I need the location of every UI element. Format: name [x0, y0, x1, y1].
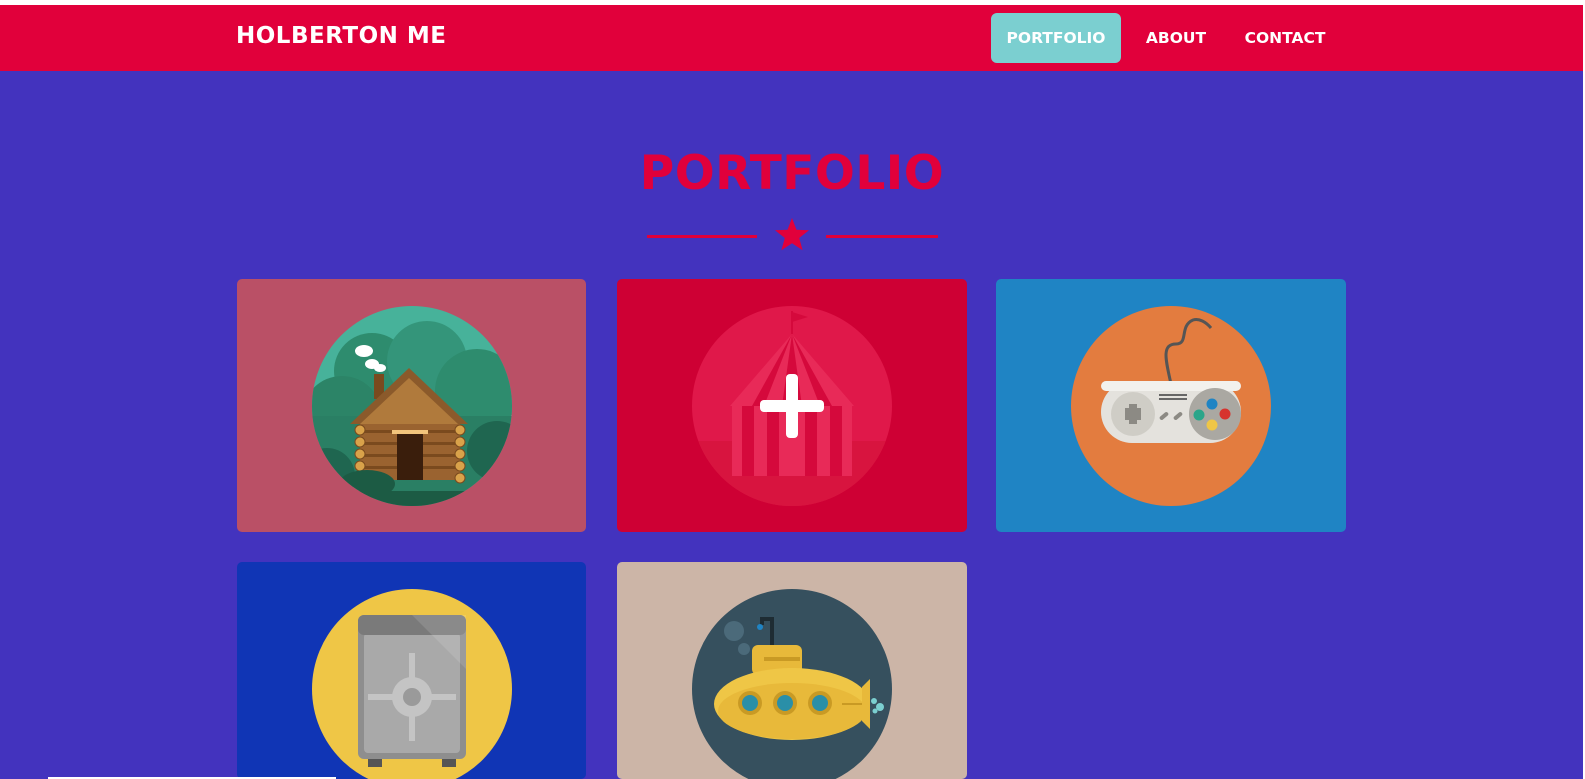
nav-portfolio[interactable]: PORTFOLIO	[991, 13, 1121, 63]
portfolio-card-cabin[interactable]	[237, 279, 586, 532]
star-icon	[775, 218, 809, 251]
portfolio-card-controller[interactable]	[996, 279, 1346, 532]
plus-icon	[760, 374, 824, 438]
divider-left	[647, 235, 757, 238]
section-title: PORTFOLIO	[639, 146, 945, 201]
navbar: HOLBERTON ME PORTFOLIO ABOUT CONTACT	[0, 5, 1585, 71]
portfolio-card-safe[interactable]	[237, 562, 586, 779]
portfolio-card-circus[interactable]	[617, 279, 967, 532]
game-controller-icon	[1071, 306, 1271, 506]
safe-icon	[311, 589, 512, 779]
portfolio-card-submarine[interactable]	[617, 562, 967, 779]
cabin-icon	[311, 306, 512, 506]
submarine-icon	[692, 589, 892, 779]
nav-about[interactable]: ABOUT	[1134, 13, 1218, 63]
nav-contact[interactable]: CONTACT	[1232, 13, 1338, 63]
divider-right	[826, 235, 938, 238]
brand-logo[interactable]: HOLBERTON ME	[236, 23, 446, 49]
